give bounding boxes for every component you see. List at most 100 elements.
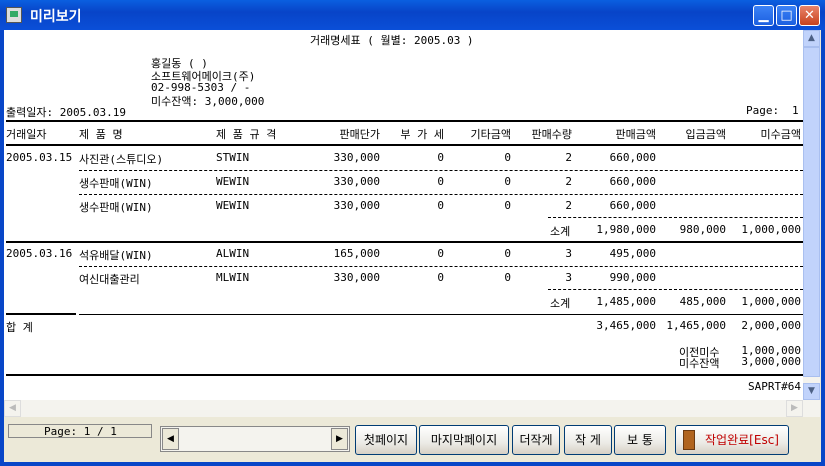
row-etc: 0 bbox=[504, 175, 511, 188]
row-spec: STWIN bbox=[216, 151, 250, 164]
row-spec: MLWIN bbox=[216, 271, 250, 284]
row-vat: 0 bbox=[437, 175, 444, 188]
total-paid: 1,465,000 bbox=[666, 319, 726, 332]
horizontal-scrollbar[interactable] bbox=[4, 400, 820, 417]
row-spec: WEWIN bbox=[216, 175, 250, 188]
footer-rule bbox=[6, 374, 803, 376]
row-qty: 2 bbox=[565, 199, 572, 212]
row-sales: 660,000 bbox=[609, 175, 656, 188]
group-date: 2005.03.16 bbox=[6, 247, 73, 260]
col-date: 거래일자 bbox=[6, 128, 47, 141]
report-preview: 거래명세표 ( 월별: 2005.03 ) 홍길동 ( ) 소프트웨어메이크(주… bbox=[4, 30, 803, 400]
page-number: 1 bbox=[792, 104, 799, 117]
last-page-button[interactable]: 마지막페이지 bbox=[419, 425, 509, 455]
scroll-down-icon[interactable]: ▼ bbox=[803, 383, 820, 400]
total-rule-left bbox=[6, 313, 76, 315]
maximize-button[interactable]: □ bbox=[776, 5, 797, 26]
subtotal-sales: 1,980,000 bbox=[596, 223, 656, 236]
subtotal-paid: 980,000 bbox=[679, 223, 726, 236]
print-date: 출력일자: 2005.03.19 bbox=[6, 106, 126, 119]
row-price: 330,000 bbox=[333, 151, 380, 164]
row-etc: 0 bbox=[504, 199, 511, 212]
row-price: 330,000 bbox=[333, 175, 380, 188]
col-paid: 입금금액 bbox=[685, 128, 726, 141]
row-product: 석유배달(WIN) bbox=[79, 249, 153, 262]
row-vat: 0 bbox=[437, 151, 444, 164]
subtotal-paid: 485,000 bbox=[679, 295, 726, 308]
prev-page-icon[interactable]: ◀ bbox=[162, 428, 179, 450]
row-etc: 0 bbox=[504, 247, 511, 260]
row-vat: 0 bbox=[437, 199, 444, 212]
report-title: 거래명세표 ( 월별: 2005.03 ) bbox=[310, 34, 474, 47]
row-spec: WEWIN bbox=[216, 199, 250, 212]
row-price: 330,000 bbox=[333, 199, 380, 212]
col-vat: 부 가 세 bbox=[400, 128, 444, 141]
app-icon bbox=[6, 7, 22, 23]
col-price: 판매단가 bbox=[339, 128, 380, 141]
balance-label: 미수잔액 bbox=[679, 357, 720, 370]
zoom-normal-button[interactable]: 보 통 bbox=[614, 425, 666, 455]
row-divider bbox=[79, 194, 803, 195]
subtotal-divider bbox=[548, 217, 803, 218]
page-scrollbar[interactable] bbox=[160, 426, 350, 452]
zoom-small-button[interactable]: 작 게 bbox=[564, 425, 612, 455]
total-rule bbox=[79, 314, 803, 315]
subtotal-unpaid: 1,000,000 bbox=[741, 295, 801, 308]
row-qty: 3 bbox=[565, 247, 572, 260]
scroll-left-icon[interactable]: ◀ bbox=[4, 400, 21, 417]
minimize-button[interactable]: ▁ bbox=[753, 5, 774, 26]
row-product: 여신대출관리 bbox=[79, 273, 140, 286]
row-divider bbox=[79, 266, 803, 267]
close-button[interactable]: ✕ bbox=[799, 5, 820, 26]
page-indicator: Page: 1 / 1 bbox=[8, 424, 152, 438]
header-bottom-rule bbox=[6, 144, 803, 146]
scroll-right-icon[interactable]: ▶ bbox=[786, 400, 803, 417]
row-sales: 660,000 bbox=[609, 199, 656, 212]
total-sales: 3,465,000 bbox=[596, 319, 656, 332]
scroll-up-icon[interactable]: ▲ bbox=[803, 30, 820, 47]
col-qty: 판매수량 bbox=[531, 128, 572, 141]
col-spec: 제 품 규 격 bbox=[216, 128, 277, 141]
col-etc: 기타금액 bbox=[470, 128, 511, 141]
done-button-label: 작업완료[Esc] bbox=[705, 433, 779, 447]
row-product: 생수판매(WIN) bbox=[79, 177, 153, 190]
row-vat: 0 bbox=[437, 271, 444, 284]
row-qty: 3 bbox=[565, 271, 572, 284]
zoom-smaller-button[interactable]: 더작게 bbox=[512, 425, 560, 455]
door-exit-icon bbox=[683, 430, 695, 450]
row-qty: 2 bbox=[565, 175, 572, 188]
row-vat: 0 bbox=[437, 247, 444, 260]
balance-value: 3,000,000 bbox=[741, 355, 801, 368]
row-etc: 0 bbox=[504, 151, 511, 164]
window-title: 미리보기 bbox=[30, 9, 82, 25]
row-qty: 2 bbox=[565, 151, 572, 164]
subtotal-divider bbox=[548, 289, 803, 290]
row-sales: 495,000 bbox=[609, 247, 656, 260]
row-price: 330,000 bbox=[333, 271, 380, 284]
report-code: SAPRT#64 bbox=[748, 380, 801, 393]
header-top-rule bbox=[6, 120, 803, 122]
row-etc: 0 bbox=[504, 271, 511, 284]
first-page-button[interactable]: 첫페이지 bbox=[355, 425, 417, 455]
subtotal-label: 소계 bbox=[550, 225, 571, 238]
next-page-icon[interactable]: ▶ bbox=[331, 428, 348, 450]
col-unpaid: 미수금액 bbox=[760, 128, 801, 141]
group-date: 2005.03.15 bbox=[6, 151, 73, 164]
col-product: 제 품 명 bbox=[79, 128, 123, 141]
title-bar bbox=[0, 0, 825, 30]
group-rule bbox=[6, 241, 803, 243]
row-product: 생수판매(WIN) bbox=[79, 201, 153, 214]
row-divider bbox=[79, 170, 803, 171]
subtotal-unpaid: 1,000,000 bbox=[741, 223, 801, 236]
vertical-scroll-thumb[interactable] bbox=[803, 47, 820, 377]
row-sales: 660,000 bbox=[609, 151, 656, 164]
row-spec: ALWIN bbox=[216, 247, 250, 260]
subtotal-label: 소계 bbox=[550, 297, 571, 310]
subtotal-sales: 1,485,000 bbox=[596, 295, 656, 308]
row-sales: 990,000 bbox=[609, 271, 656, 284]
col-sales: 판매금액 bbox=[615, 128, 656, 141]
customer-balance: 미수잔액: 3,000,000 bbox=[151, 95, 265, 108]
row-product: 사진관(스튜디오) bbox=[79, 153, 164, 166]
done-button[interactable]: 작업완료[Esc] bbox=[675, 425, 789, 455]
total-unpaid: 2,000,000 bbox=[741, 319, 801, 332]
